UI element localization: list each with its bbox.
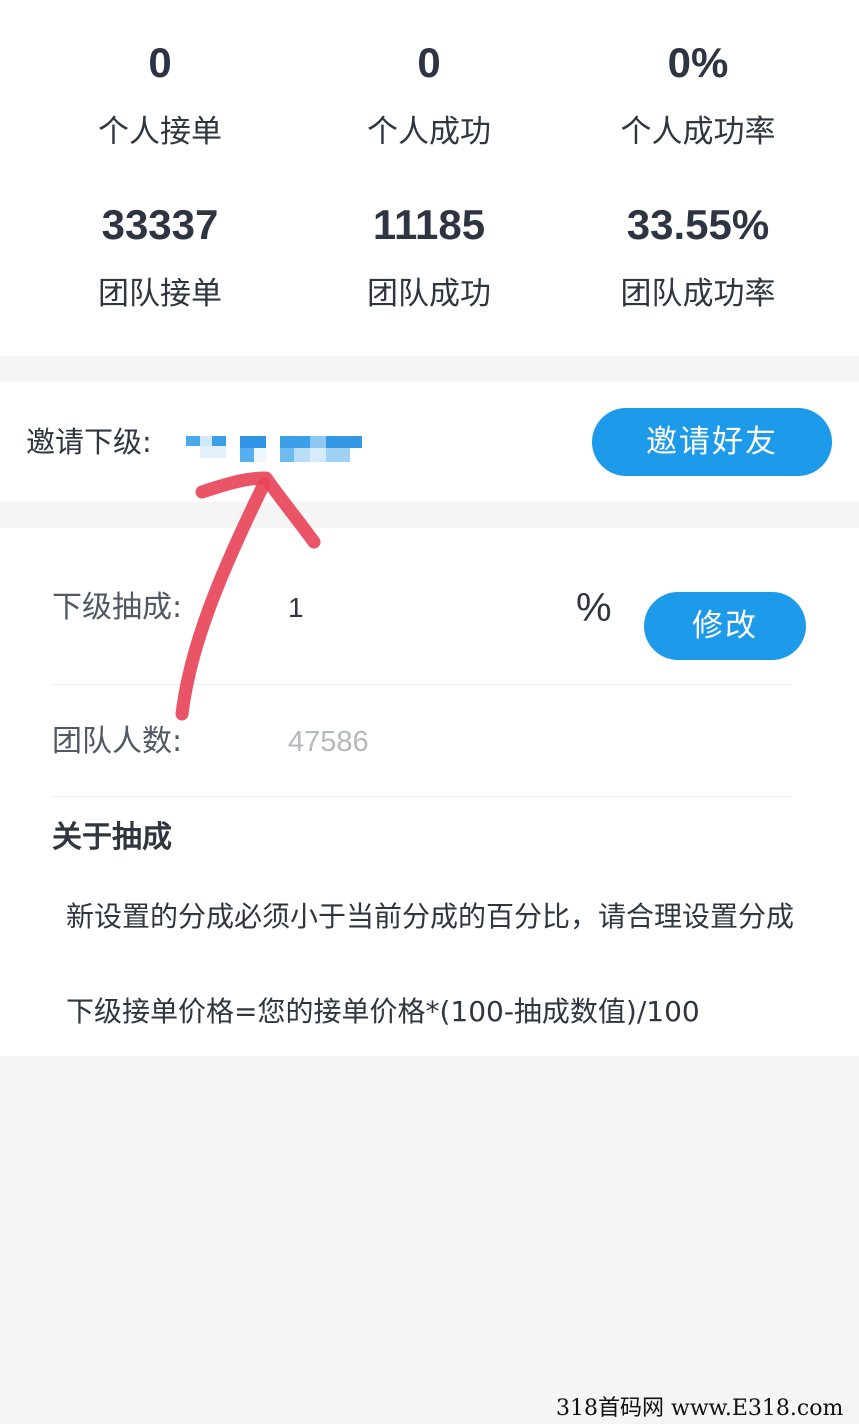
invite-friends-button[interactable]: 邀请好友 [592, 408, 832, 476]
stats-panel: 0 个人接单 0 个人成功 0% 个人成功率 33337 团队接单 11185 … [0, 0, 859, 356]
stat-label: 团队成功率 [620, 276, 776, 312]
percent-sign: % [576, 586, 612, 630]
settings-panel: 下级抽成: % 修改 团队人数: 47586 关于抽成 新设置的分成必须小于当前… [0, 528, 859, 1056]
stat-team-success: 11185 团队成功 [286, 200, 572, 314]
stat-personal-success: 0 个人成功 [286, 38, 572, 152]
stat-personal-orders: 0 个人接单 [17, 38, 303, 152]
site-watermark: 318首码网 www.E318.com [556, 1396, 844, 1421]
stat-team-orders: 33337 团队接单 [17, 200, 303, 314]
stat-value: 0 [148, 39, 172, 86]
stat-value: 33.55% [626, 201, 770, 248]
stat-value: 0% [667, 39, 729, 86]
annotation-arrow-icon [175, 471, 321, 721]
modify-button[interactable]: 修改 [644, 592, 806, 660]
stat-personal-rate: 0% 个人成功率 [555, 38, 841, 152]
about-commission-note: 新设置的分成必须小于当前分成的百分比，请合理设置分成 [66, 900, 795, 933]
invite-label: 邀请下级: [26, 425, 152, 459]
stat-value: 0 [417, 39, 441, 86]
stat-label: 个人成功 [367, 114, 491, 150]
about-commission-formula: 下级接单价格=您的接单价格*(100-抽成数值)/100 [66, 995, 700, 1028]
stat-label: 团队成功 [367, 276, 491, 312]
divider [52, 796, 792, 797]
stat-value: 11185 [372, 201, 486, 248]
about-commission-title: 关于抽成 [52, 820, 172, 855]
stat-team-rate: 33.55% 团队成功率 [555, 200, 841, 314]
stat-label: 个人成功率 [620, 114, 776, 150]
stat-label: 团队接单 [98, 276, 222, 312]
stat-label: 个人接单 [98, 114, 222, 150]
invite-panel: 邀请下级: 邀请好友 [0, 382, 859, 502]
stat-value: 33337 [101, 201, 219, 248]
